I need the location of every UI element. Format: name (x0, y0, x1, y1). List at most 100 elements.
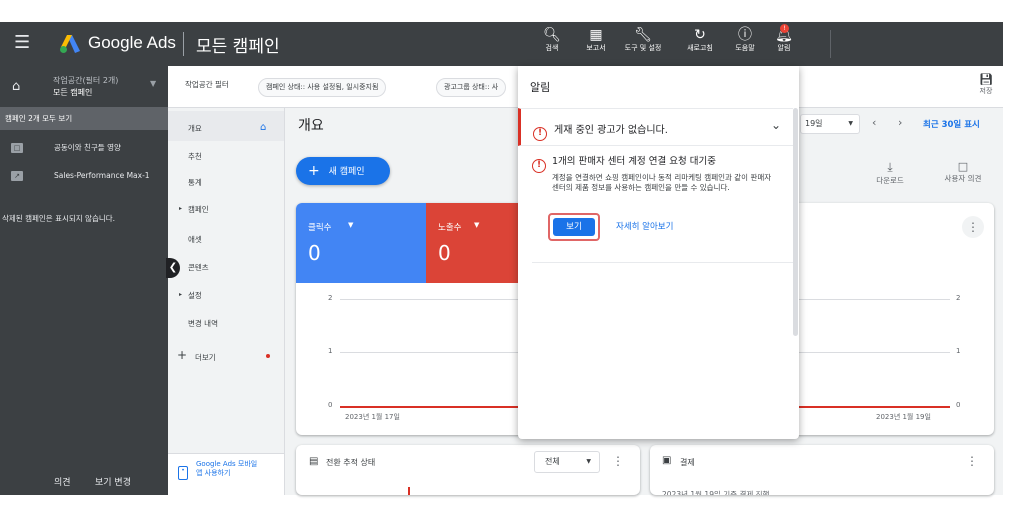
notifications-tool[interactable]: 🔔︎ ! 알림 (770, 24, 798, 53)
refresh-tool[interactable]: ↻ 새로고침 (680, 26, 720, 53)
sidebar-footer: 의견 보기 변경 (0, 466, 168, 495)
learn-more-link[interactable]: 자세히 알아보기 (616, 220, 673, 232)
billing-card-title: 결제 (680, 458, 695, 467)
nav-item-insights[interactable]: 통계 (188, 177, 202, 188)
no-ads-message: 게재 중인 광고가 없습니다. (554, 125, 668, 136)
wrench-icon: 🔧︎ (634, 27, 652, 43)
campaign-sidebar: ⌂ 작업공간(필터 2개) 모든 캠페인 ▼ 캠페인 2개 모두 보기 □ 공동… (0, 66, 168, 495)
view-button-highlight: 보기 (548, 213, 600, 241)
metric-clicks-label: 클릭수 (308, 223, 332, 233)
campaign-status-chip[interactable]: 캠페인 상태:: 사용 설정됨, 일시중지됨 (258, 78, 387, 97)
expand-arrow-icon: ▸ (179, 205, 183, 212)
hamburger-menu-icon[interactable]: ☰ (14, 34, 30, 52)
plus-icon: + (177, 348, 188, 362)
conversion-filter-select[interactable]: 전체 ▼ (534, 451, 600, 473)
user-feedback-button[interactable]: □ 사용자 의견 (935, 160, 991, 184)
plus-icon: + (308, 163, 320, 179)
refresh-icon: ↻ (694, 27, 706, 43)
billing-card: ▣ 결제 ⋮ 2023년 1월 19일 기준 결제 진행 (650, 445, 994, 495)
report-tool[interactable]: ▦ 보고서 (578, 26, 614, 53)
y-tick-right: 1 (956, 347, 961, 355)
home-icon: ⌂ (12, 79, 21, 94)
view-all-campaigns[interactable]: 캠페인 2개 모두 보기 (0, 108, 168, 130)
sidebar-campaign-item[interactable]: ↗ Sales-Performance Max-1 (0, 171, 168, 193)
metric-impressions-label: 노출수 (438, 223, 462, 233)
mobile-app-promo[interactable]: • Google Ads 모바일 앱 사용하기 (168, 453, 284, 495)
dropdown-arrow-icon: ▼ (586, 458, 591, 465)
nav-item-assets[interactable]: 애셋 (188, 234, 202, 245)
campaign-name: Sales-Performance Max-1 (54, 171, 150, 180)
refresh-label: 새로고침 (687, 44, 713, 52)
nav-item-change-history[interactable]: 변경 내역 (188, 318, 218, 329)
last-30-days-link[interactable]: 최근 30일 표시 (923, 118, 980, 130)
metric-impressions[interactable]: 노출수 ▼ 0 (426, 203, 520, 283)
date-range-select[interactable]: 19일 ▼ (800, 114, 860, 134)
sidebar-campaign-item[interactable]: □ 공동이와 친구들 영양 (0, 143, 168, 155)
date-range-value: 19일 (805, 119, 823, 128)
workspace-label: 작업공간(필터 2개) (53, 76, 119, 85)
x-axis-start-label: 2023년 1월 17일 (345, 413, 400, 421)
search-tool[interactable]: 🔍︎ 검색 (537, 26, 567, 53)
notification-no-ads[interactable]: ! 게재 중인 광고가 없습니다. ⌄ (518, 108, 793, 146)
search-label: 검색 (545, 44, 559, 52)
nav-item-overview[interactable]: 개요 (188, 123, 202, 134)
chevron-down-icon[interactable]: ⌄ (771, 118, 781, 132)
nav-item-settings[interactable]: 설정 (188, 290, 202, 301)
view-button[interactable]: 보기 (553, 218, 595, 236)
expand-arrow-icon: ▸ (179, 291, 183, 298)
metric-impressions-value: 0 (438, 241, 451, 265)
performance-max-icon: ↗ (11, 171, 23, 181)
account-selector[interactable]: ⌂ 작업공간(필터 2개) 모든 캠페인 ▼ (0, 66, 168, 108)
download-button[interactable]: ⤓ 다운로드 (870, 160, 910, 186)
conversion-card-title: 전환 추적 상태 (326, 458, 376, 467)
notification-badge: ! (780, 24, 789, 33)
new-dot-icon (266, 354, 270, 358)
nav-item-content[interactable]: 콘텐츠 (188, 262, 209, 273)
help-icon: ⓘ (738, 27, 752, 43)
more-options-icon[interactable]: ⋮ (966, 454, 978, 468)
brand-name[interactable]: Google Ads (88, 33, 176, 53)
search-icon: 🔍︎ (543, 27, 561, 43)
y-tick-left: 2 (328, 294, 333, 302)
metric-clicks[interactable]: 클릭수 ▼ 0 (296, 203, 426, 283)
report-label: 보고서 (586, 44, 606, 52)
save-button[interactable]: 💾︎ 저장 (975, 73, 997, 96)
next-period-icon[interactable]: › (898, 116, 902, 129)
more-options-icon[interactable]: ⋮ (962, 216, 984, 238)
feedback-icon: □ (957, 160, 969, 173)
nav-item-recommendations[interactable]: 추천 (188, 151, 202, 162)
billing-status-text: 2023년 1월 19일 기준 결제 진행 (662, 490, 770, 495)
notifications-scrollbar[interactable] (793, 108, 798, 336)
more-options-icon[interactable]: ⋮ (612, 454, 624, 468)
notifications-panel: 알림 ! 게재 중인 광고가 없습니다. ⌄ ! 1개의 판매자 센터 계정 연… (518, 66, 799, 439)
bar-chart-icon: ▤ (309, 456, 319, 467)
billing-icon: ▣ (662, 455, 672, 466)
help-label: 도움말 (735, 44, 755, 52)
y-tick-left: 0 (328, 401, 333, 409)
nav-item-more[interactable]: 더보기 (195, 352, 216, 363)
new-campaign-button[interactable]: + 새 캠페인 (296, 157, 390, 185)
save-icon: 💾︎ (979, 73, 993, 86)
save-label: 저장 (979, 87, 993, 95)
change-view-link[interactable]: 보기 변경 (95, 475, 131, 488)
warning-icon: ! (533, 120, 547, 141)
status-indicator (408, 487, 410, 495)
campaign-name: 공동이와 친구들 영양 (54, 143, 121, 152)
previous-period-icon[interactable]: ‹ (872, 116, 876, 129)
tools-settings-tool[interactable]: 🔧︎ 도구 및 설정 (620, 26, 666, 53)
page-title: 모든 캠페인 (196, 37, 280, 57)
dropdown-arrow-icon: ▼ (474, 221, 480, 229)
nav-item-campaigns[interactable]: 캠페인 (188, 204, 209, 215)
adgroup-status-chip[interactable]: 광고그룹 상태:: 사 (436, 78, 507, 97)
deleted-campaigns-note: 삭제된 캠페인은 표시되지 않습니다. (2, 214, 116, 223)
feedback-link[interactable]: 의견 (54, 475, 71, 488)
page-nav: 개요 ⌂ 추천 통계 ▸ 캠페인 애셋 콘텐츠 ▸ 설정 변경 내역 + 더보기… (168, 108, 285, 495)
merchant-request-body: 계정을 연결하면 쇼핑 캠페인이나 동적 리마케팅 캠페인과 같이 판매자 센터… (552, 173, 772, 192)
dropdown-arrow-icon: ▼ (848, 120, 853, 127)
y-tick-right: 2 (956, 294, 961, 302)
all-campaigns-label: 모든 캠페인 (53, 88, 93, 97)
warning-icon: ! (532, 152, 546, 173)
toolbar-divider (830, 30, 831, 58)
help-tool[interactable]: ⓘ 도움말 (728, 26, 762, 53)
user-feedback-label: 사용자 의견 (944, 174, 982, 183)
